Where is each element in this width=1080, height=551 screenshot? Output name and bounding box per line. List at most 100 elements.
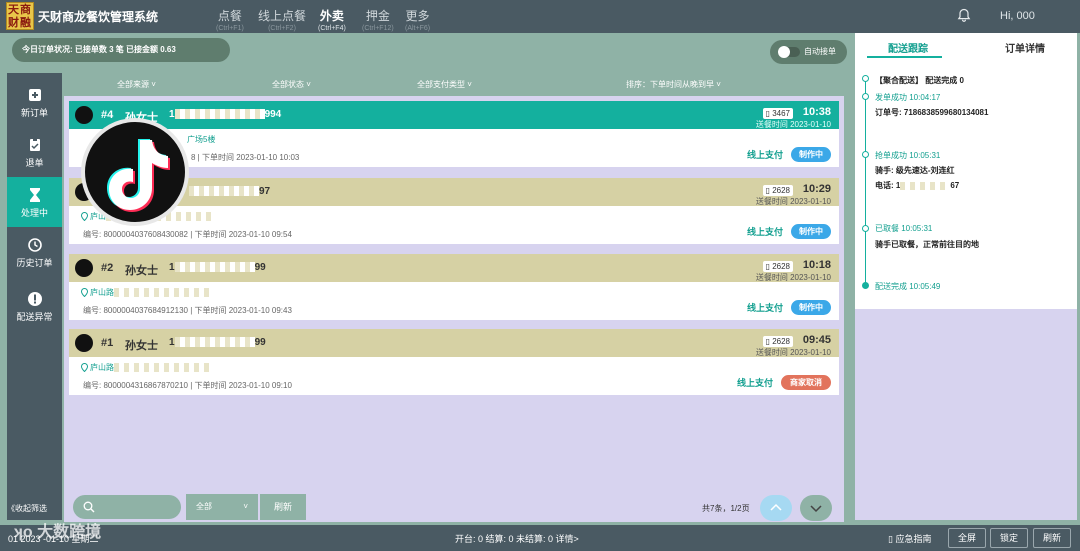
timeline-line: [865, 78, 866, 288]
sidebar-item-refund[interactable]: 退单: [7, 127, 62, 177]
customer-name: 孙女士: [125, 340, 158, 352]
source-filter[interactable]: 全部来源 ˅: [117, 79, 156, 90]
delivery-time: 10:18: [802, 259, 831, 271]
status-footer: 01 2023 -01-10 星期二 开台: 0 结算: 0 未结算: 0 详情…: [0, 525, 1080, 551]
sidebar-item-label: 配送异常: [16, 312, 53, 322]
bell-icon[interactable]: [957, 8, 971, 22]
nav-label: 外卖: [319, 9, 344, 23]
masked-phone: [174, 262, 255, 273]
event-rider-accepted: 抢单成功 10:05:31: [875, 150, 940, 161]
order-state-badge[interactable]: 商家取消: [781, 375, 831, 390]
customer-phone: 1 99: [169, 337, 266, 348]
hourglass-icon: [29, 188, 40, 202]
sidebar-item-label: 处理中: [20, 208, 48, 218]
nav-deposit[interactable]: 押金 (Ctrl+F12): [362, 7, 394, 32]
event-completed: 配送完成 10:05:49: [875, 281, 940, 292]
pickup-code-value: 2628: [772, 337, 790, 346]
order-state-badge[interactable]: 制作中: [791, 300, 831, 315]
nav-order[interactable]: 点餐 (Ctrl+F1): [216, 7, 244, 32]
order-card[interactable]: #2 孙女士 1 99 ▯ 2628 10:18 送餐时间 2023-01-10 …: [69, 254, 839, 320]
order-meta: 8 | 下单时间 2023-01-10 10:03: [191, 153, 300, 162]
page-down-button[interactable]: [800, 495, 832, 521]
phone-end: 67: [950, 181, 960, 190]
rider-phone: 电话: 1 67: [875, 180, 959, 191]
payment-type: 线上支付: [746, 227, 783, 237]
toggle-knob: [778, 46, 790, 58]
tab-order-details[interactable]: 订单详情: [1005, 40, 1045, 55]
nav-takeout[interactable]: 外卖 (Ctrl+F4): [318, 7, 346, 32]
delivery-panel: 配送跟踪 订单详情 【聚合配送】 配送完成 0 发单成功 10:04:17 订单…: [855, 33, 1077, 520]
sidebar-item-label: 历史订单: [16, 258, 53, 268]
order-card-body: 庐山路 编号: 8000004316867870210 | 下单时间 2023-…: [69, 357, 839, 395]
delivery-time: 09:45: [802, 334, 831, 346]
app-logo: 天商财融: [6, 2, 34, 30]
customer-phone: 1 99: [169, 262, 266, 273]
nav-online-order[interactable]: 线上点餐 (Ctrl+F2): [258, 7, 306, 32]
collapse-filter-button[interactable]: 《收起筛选: [7, 503, 47, 514]
rider-name: 骑手: 级先速达-刘连红: [875, 166, 955, 175]
tiktok-logo-icon: [81, 118, 189, 226]
event-label: 配送完成: [875, 282, 907, 291]
masked-phone: [900, 181, 951, 190]
top-bar: 天商财融 天财商龙餐饮管理系统 点餐 (Ctrl+F1) 线上点餐 (Ctrl+…: [0, 0, 1080, 33]
nav-more[interactable]: 更多 (Alt+F6): [405, 7, 430, 32]
event-picked-up: 已取餐 10:05:31: [875, 223, 932, 234]
auto-accept-label: 自动接单: [804, 47, 836, 56]
emergency-guide-link[interactable]: ▯ 应急指南: [888, 532, 931, 545]
order-state-badge[interactable]: 制作中: [791, 224, 831, 239]
sidebar-item-new-orders[interactable]: 新订单: [7, 77, 62, 127]
nav-hint: (Alt+F6): [405, 25, 431, 32]
masked-phone: [174, 109, 265, 120]
table-counts[interactable]: 开台: 0 结算: 0 未结算: 0 详情>: [455, 532, 579, 545]
payment-type: 线上支付: [746, 150, 783, 160]
user-menu[interactable]: Hi, 000: [1000, 10, 1035, 22]
payment-type: 线上支付: [736, 378, 773, 388]
sort-filter[interactable]: 排序：下单时间从晚到早 ˅: [626, 79, 721, 90]
sidebar-item-history[interactable]: 历史订单: [7, 227, 62, 277]
sidebar: 新订单 退单 处理中 历史订单 配送异常: [7, 73, 62, 520]
sidebar-item-delivery-exception[interactable]: 配送异常: [7, 281, 62, 331]
payment-type: 线上支付: [746, 303, 783, 313]
nav-hint: (Ctrl+F1): [216, 25, 244, 32]
status-filter[interactable]: 全部状态 ˅: [272, 79, 311, 90]
pickup-code-value: 2628: [772, 262, 790, 271]
list-refresh-button[interactable]: 刷新: [260, 494, 306, 520]
nav-hint: (Ctrl+F2): [268, 25, 296, 32]
delivery-address: 广场5楼: [187, 134, 215, 145]
order-id: 订单号: 7186838599680134081: [875, 108, 989, 117]
order-search-input[interactable]: [73, 495, 181, 519]
event-label: 已取餐: [875, 224, 899, 233]
new-order-icon: [28, 89, 41, 101]
sidebar-item-processing[interactable]: 处理中: [7, 177, 62, 227]
pickup-code: ▯ 3467: [762, 108, 793, 119]
location-pin-icon: [81, 363, 88, 373]
sidebar-item-label: 退单: [25, 158, 44, 168]
order-state-badge[interactable]: 制作中: [791, 147, 831, 162]
payment-filter[interactable]: 全部支付类型 ˅: [417, 79, 472, 90]
tab-delivery-tracking[interactable]: 配送跟踪: [888, 40, 928, 55]
chevron-down-icon: ˅: [243, 502, 248, 511]
phone-end: 97: [259, 186, 271, 197]
lock-button[interactable]: 锁定: [990, 528, 1028, 548]
delivery-time: 10:29: [802, 183, 831, 195]
page-info: 共7条，1/2页: [702, 504, 750, 513]
chevron-up-icon: [770, 503, 782, 511]
masked-address: [114, 363, 214, 373]
pickup-note: 骑手已取餐，正常前往目的地: [875, 240, 979, 249]
scope-select-value: 全部: [196, 502, 212, 511]
order-card[interactable]: #1 孙女士 1 99 ▯ 2628 09:45 送餐时间 2023-01-10 …: [69, 329, 839, 395]
event-time: 10:05:49: [909, 282, 941, 291]
watermark-text: 大数跨境: [37, 524, 102, 541]
scope-select[interactable]: 全部 ˅: [186, 494, 258, 520]
fullscreen-button[interactable]: 全屏: [948, 528, 986, 548]
app-title: 天财商龙餐饮管理系统: [38, 10, 159, 24]
pickup-code: ▯ 2628: [762, 185, 793, 196]
auto-accept-toggle[interactable]: 自动接单: [770, 40, 847, 64]
delivery-address: 庐山路: [81, 287, 214, 298]
event-time: 10:05:31: [909, 151, 941, 160]
refresh-button[interactable]: 刷新: [1033, 528, 1071, 548]
page-up-button[interactable]: [760, 495, 792, 521]
tiktok-note-icon: [107, 139, 170, 212]
order-number: #4: [101, 109, 114, 121]
filter-row: 全部来源 ˅ 全部状态 ˅ 全部支付类型 ˅ 排序：下单时间从晚到早 ˅: [64, 72, 844, 96]
